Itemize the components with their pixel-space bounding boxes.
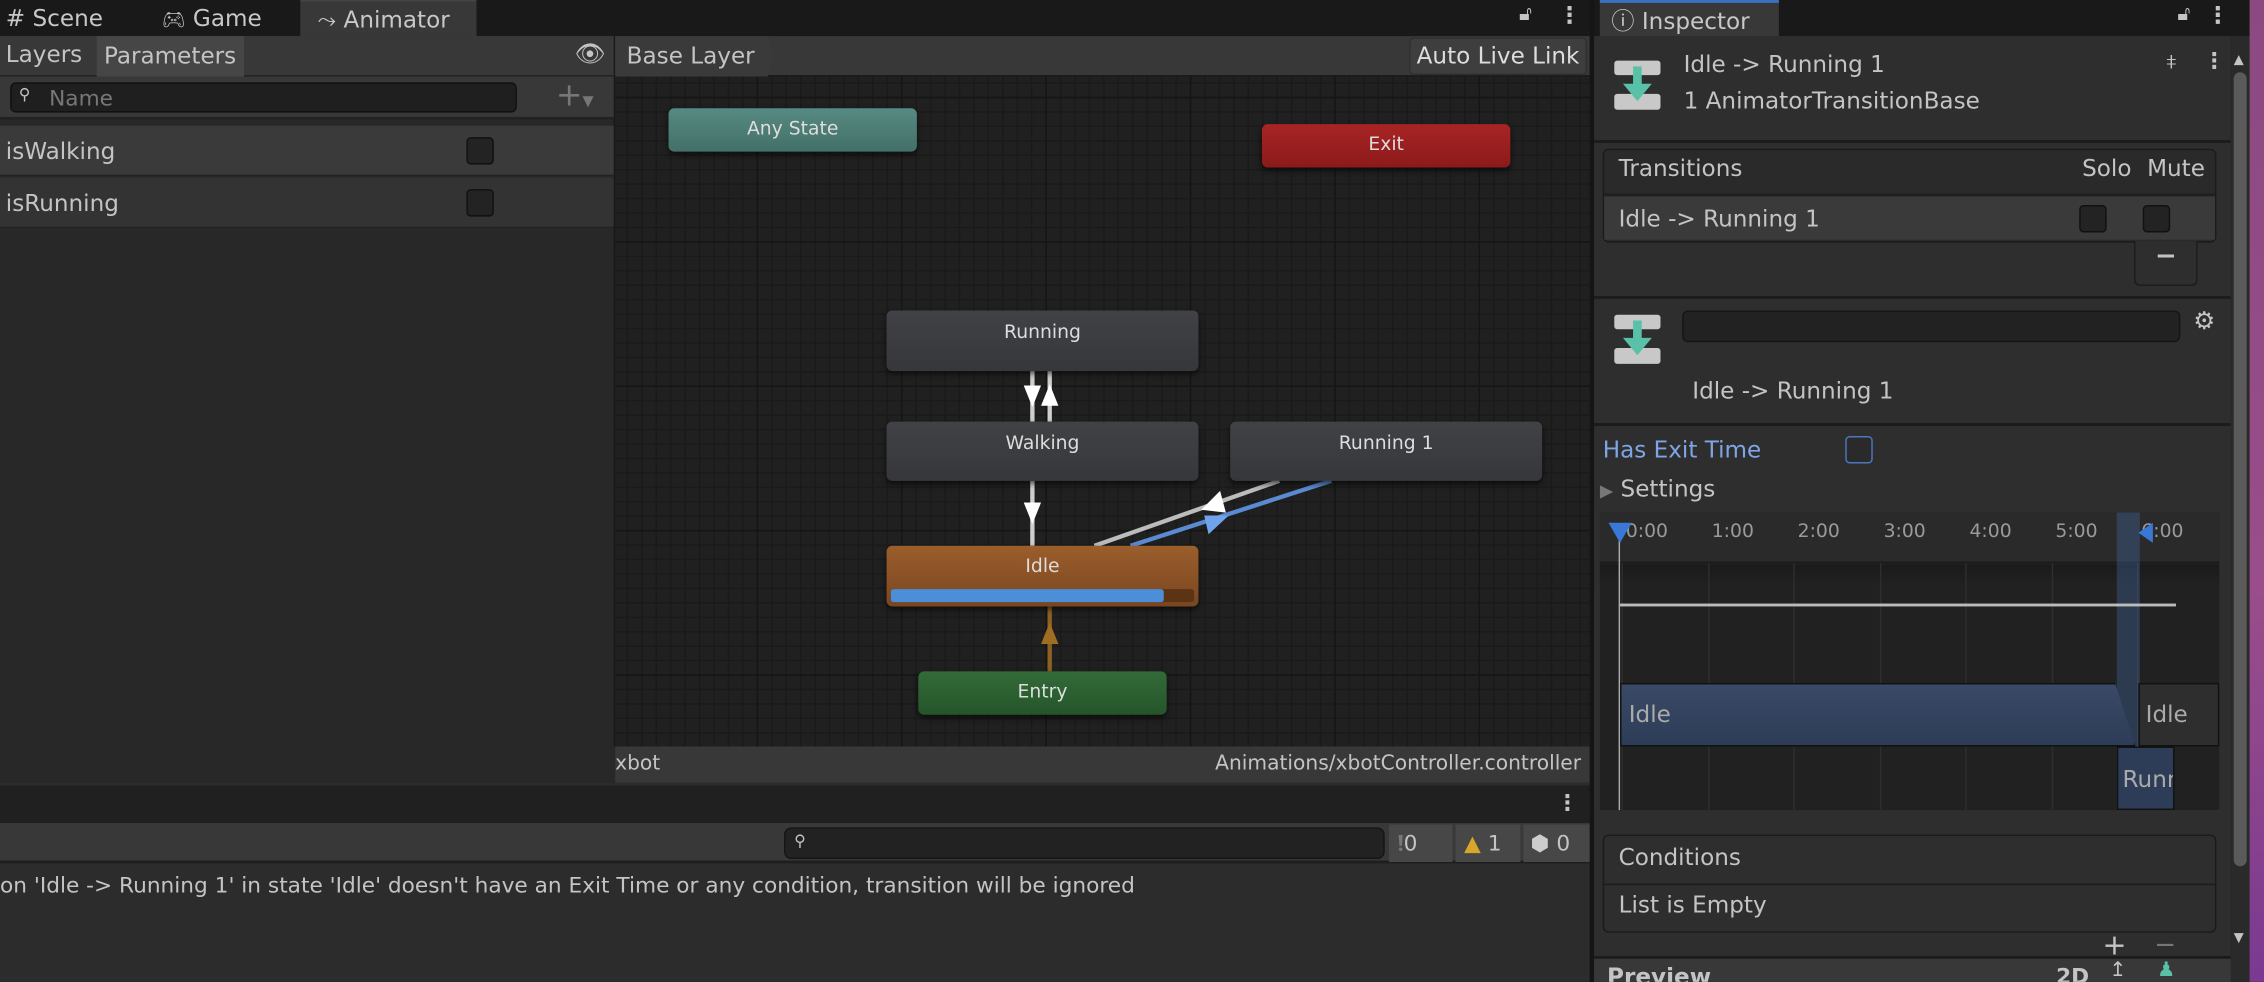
transition-icon [1614,314,1661,364]
presets-icon[interactable]: ⧧ [2166,48,2177,74]
preview-2d-button[interactable]: 2D [2056,963,2089,982]
state-exit[interactable]: Exit [1261,124,1511,168]
state-running-1[interactable]: Running 1 [1230,421,1543,481]
add-parameter-button[interactable]: +▼ [556,78,594,114]
timeline-tick-label: 2:00 [1797,521,1840,543]
transition-running-to-walking[interactable] [1023,371,1042,422]
transition-row[interactable]: Idle -> Running 1 [1604,193,2215,240]
inspector-subtitle: 1 AnimatorTransitionBase [1683,86,1980,115]
state-idle[interactable]: Idle [886,545,1199,607]
search-icon: ⚲ [794,831,806,851]
timeline-tick-label: 0:00 [1625,521,1668,543]
lock-icon[interactable]: 🔓︎ [1519,3,1532,26]
tab-animator[interactable]: ⤳ Animator [300,0,477,37]
scroll-down-arrow[interactable]: ▼ [2234,931,2244,945]
timeline-tick-label: 4:00 [1969,521,2012,543]
settings-foldout[interactable]: ▶ Settings [1600,475,1715,502]
playhead-marker[interactable] [1608,522,1632,543]
tab-game[interactable]: 🎮︎ Game [156,0,293,36]
parameter-row[interactable]: isWalking [0,125,614,177]
background-window [2249,0,2264,982]
parameter-checkbox[interactable] [466,137,494,165]
mute-checkbox[interactable] [2142,205,2171,233]
transition-end-handle[interactable] [2138,522,2153,543]
info-icon: ⓘ [1611,7,1635,35]
search-icon: ⚲ [18,85,31,104]
more-icon[interactable]: ⋮ [2206,1,2229,28]
source-clip-bar: Idle [1620,682,2136,747]
transition-walking-to-running[interactable] [1041,371,1059,422]
inspector-scrollbar[interactable]: ▲ ▼ [2230,36,2250,982]
curve-line [1620,603,2176,607]
timeline-tick-label: 3:00 [1883,521,1926,543]
parameter-checkbox[interactable] [466,189,494,217]
graph-status-bar: xbot Animations/xbotController.controlle… [615,746,1590,783]
warning-icon: ▲ [1464,830,1481,857]
scrollbar-thumb[interactable] [2233,72,2247,867]
destination-clip-bar: Runn [2116,746,2175,811]
grid-icon: # [5,4,26,32]
state-walking[interactable]: Walking [886,421,1199,481]
transition-arrows [1023,371,1332,672]
tab-parameters[interactable]: Parameters [96,36,244,77]
transition-walking-to-idle[interactable] [1023,480,1042,546]
tab-layers[interactable]: Layers [6,40,82,67]
state-machine-graph[interactable]: Any State Exit Running Walking Running 1… [615,76,1590,747]
inspector-title: Idle -> Running 1 [1683,50,1885,78]
transition-idle-to-running1[interactable] [1129,478,1332,548]
lock-icon[interactable]: 🔓︎ [2177,3,2190,26]
error-icon: ⬢ [1530,830,1550,857]
animator-icon: ⤳ [317,5,337,34]
solo-checkbox[interactable] [2079,205,2107,233]
conditions-list: Conditions List is Empty [1602,834,2217,933]
scroll-up-arrow[interactable]: ▲ [2234,53,2244,67]
timeline-tick-label: 1:00 [1711,521,1754,543]
tab-inspector[interactable]: ⓘ Inspector [1599,0,1779,37]
console-search-input[interactable]: ⚲ [784,827,1385,860]
state-entry[interactable]: Entry [918,671,1167,715]
breadcrumb[interactable]: Base Layer [615,36,774,77]
parameters-panel: Layers Parameters 👁︎ ⚲ Name +▼ isWalking… [0,36,614,747]
console-panel: ⋮ ⚲ ❗︎0 ▲ 1 ⬢ 0 on 'Idle -> Running 1' i… [0,782,1590,982]
has-exit-time-label: Has Exit Time [1602,436,1762,464]
more-icon[interactable]: ⋮ [2203,48,2225,74]
state-any-state[interactable]: Any State [668,108,917,152]
transitions-list: Transitions Solo Mute Idle -> Running 1 [1602,148,2217,243]
preview-bar: Preview 2D ↥ ♟ [1594,955,2231,982]
gamepad-icon: 🎮︎ [161,10,186,32]
timeline-tick-label: 5:00 [2055,521,2098,543]
eye-icon[interactable]: 👁︎ [575,40,606,69]
transition-label: Idle -> Running 1 [1692,376,1894,405]
state-running[interactable]: Running [886,310,1199,372]
transition-entry-to-idle [1041,606,1059,672]
has-exit-time-checkbox[interactable] [1845,436,1873,464]
parameter-search-input[interactable]: ⚲ Name [10,82,517,113]
tab-scene[interactable]: # Scene [0,0,144,36]
more-icon[interactable]: ⋮ [1557,790,1579,816]
chevron-down-icon: ▼ [582,93,594,110]
parameter-row[interactable]: isRunning [0,177,614,229]
idle-progress-bar [890,589,1195,603]
avatar-icon[interactable]: ♟ [2157,959,2175,982]
auto-live-link-button[interactable]: Auto Live Link [1409,37,1587,76]
pivot-icon[interactable]: ↥ [2110,959,2127,982]
gear-icon[interactable]: ⚙ [2193,308,2215,337]
transition-name-input[interactable] [1682,310,2181,343]
triangle-right-icon: ▶ [1599,480,1614,502]
warning-filter-toggle[interactable]: ▲ 1 [1455,824,1521,863]
remove-transition-button[interactable]: − [2134,241,2198,286]
console-message[interactable]: on 'Idle -> Running 1' in state 'Idle' d… [0,872,1135,898]
transition-running1-to-idle[interactable] [1093,478,1281,548]
source-clip-next-bar: Idle [2138,682,2220,747]
more-icon[interactable]: ⋮ [1558,1,1581,28]
info-filter-toggle[interactable]: ❗︎0 [1389,824,1453,863]
transition-icon [1614,60,1661,110]
error-filter-toggle[interactable]: ⬢ 0 [1523,824,1590,863]
